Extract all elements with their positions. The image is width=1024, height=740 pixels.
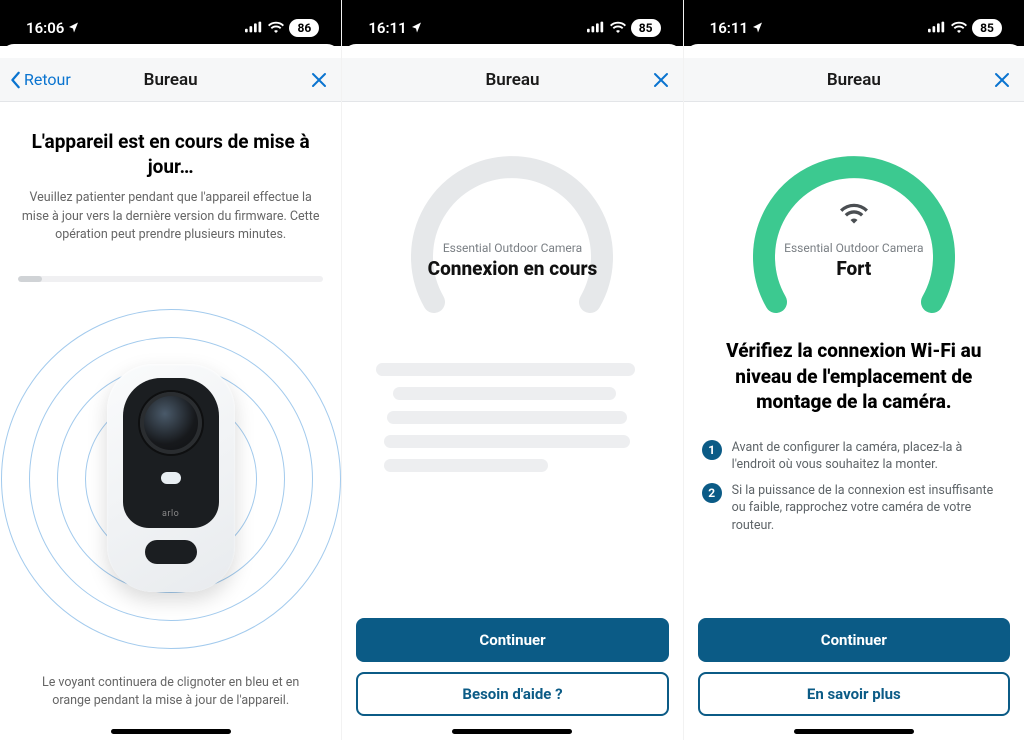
- wifi-icon: [610, 19, 626, 37]
- screen-signal-strong: 16:11 85 Bureau: [683, 0, 1024, 740]
- camera-brand: arlo: [162, 509, 179, 519]
- placeholder-text: [342, 324, 682, 483]
- signal-gauge: Essential Outdoor Camera Fort: [740, 146, 968, 324]
- learn-more-label: En savoir plus: [807, 685, 901, 703]
- status-time: 16:06: [26, 19, 64, 37]
- cellular-icon: [587, 19, 605, 37]
- wifi-icon: [268, 19, 284, 37]
- gauge-device: Essential Outdoor Camera: [398, 241, 626, 255]
- signal-gauge: Essential Outdoor Camera Connexion en co…: [398, 146, 626, 324]
- battery-indicator: 86: [289, 19, 319, 37]
- step-number-icon: 1: [702, 440, 722, 460]
- sheet-corner: [342, 44, 682, 58]
- page-title: Bureau: [485, 70, 539, 90]
- page-title: Bureau: [144, 70, 198, 90]
- learn-more-button[interactable]: En savoir plus: [698, 672, 1010, 716]
- close-button[interactable]: [994, 58, 1010, 101]
- close-button[interactable]: [311, 58, 327, 101]
- status-bar: 16:11 85: [684, 10, 1024, 46]
- update-subtitle: Veuillez patienter pendant que l'apparei…: [18, 189, 323, 243]
- close-button[interactable]: [653, 58, 669, 101]
- help-button[interactable]: Besoin d'aide ?: [356, 672, 668, 716]
- update-title: L'appareil est en cours de mise à jour…: [18, 130, 323, 179]
- home-indicator[interactable]: [111, 729, 231, 734]
- gauge-device: Essential Outdoor Camera: [740, 241, 968, 255]
- sheet-corner: [684, 44, 1024, 58]
- back-button[interactable]: Retour: [10, 58, 71, 101]
- step-number-icon: 2: [702, 483, 722, 503]
- letterbox: [342, 0, 682, 10]
- step-text: Avant de configurer la caméra, placez-la…: [732, 439, 1006, 474]
- home-indicator[interactable]: [794, 729, 914, 734]
- content: Essential Outdoor Camera Connexion en co…: [342, 102, 682, 740]
- screen-connecting: 16:11 85 Bureau: [341, 0, 682, 740]
- home-indicator[interactable]: [452, 729, 572, 734]
- letterbox: [684, 0, 1024, 10]
- status-bar: 16:06 86: [0, 10, 341, 46]
- sheet-corner: [0, 44, 341, 58]
- location-icon: [752, 19, 764, 37]
- instruction-step: 1 Avant de configurer la caméra, placez-…: [702, 439, 1006, 474]
- cellular-icon: [928, 19, 946, 37]
- battery-indicator: 85: [631, 19, 661, 37]
- back-label: Retour: [24, 70, 71, 89]
- content: L'appareil est en cours de mise à jour… …: [0, 102, 341, 740]
- device-illustration: arlo: [0, 290, 341, 668]
- instructions-title: Vérifiez la connexion Wi-Fi au niveau de…: [684, 324, 1024, 425]
- page-title: Bureau: [827, 70, 881, 90]
- continue-button[interactable]: Continuer: [698, 618, 1010, 662]
- gauge-status: Fort: [740, 257, 968, 280]
- location-icon: [68, 19, 80, 37]
- help-label: Besoin d'aide ?: [462, 685, 562, 703]
- gauge-status: Connexion en cours: [398, 257, 626, 280]
- status-time: 16:11: [368, 19, 406, 37]
- camera-icon: arlo: [97, 354, 245, 602]
- continue-button[interactable]: Continuer: [356, 618, 668, 662]
- wifi-icon: [951, 19, 967, 37]
- content: Essential Outdoor Camera Fort Vérifiez l…: [684, 102, 1024, 740]
- location-icon: [411, 19, 423, 37]
- nav-bar: Bureau: [684, 58, 1024, 102]
- screen-firmware-update: 16:06 86 Retour Bureau L'appareil est en: [0, 0, 341, 740]
- step-text: Si la puissance de la connexion est insu…: [732, 482, 1006, 535]
- instruction-step: 2 Si la puissance de la connexion est in…: [702, 482, 1006, 535]
- cellular-icon: [245, 19, 263, 37]
- wifi-signal-icon: [840, 202, 868, 228]
- nav-bar: Retour Bureau: [0, 58, 341, 102]
- letterbox: [0, 0, 341, 10]
- status-bar: 16:11 85: [342, 10, 682, 46]
- progress-bar: [18, 276, 323, 282]
- status-time: 16:11: [710, 19, 748, 37]
- continue-label: Continuer: [821, 631, 887, 649]
- continue-label: Continuer: [479, 631, 545, 649]
- battery-indicator: 85: [972, 19, 1002, 37]
- instructions-list: 1 Avant de configurer la caméra, placez-…: [684, 425, 1024, 543]
- nav-bar: Bureau: [342, 58, 682, 102]
